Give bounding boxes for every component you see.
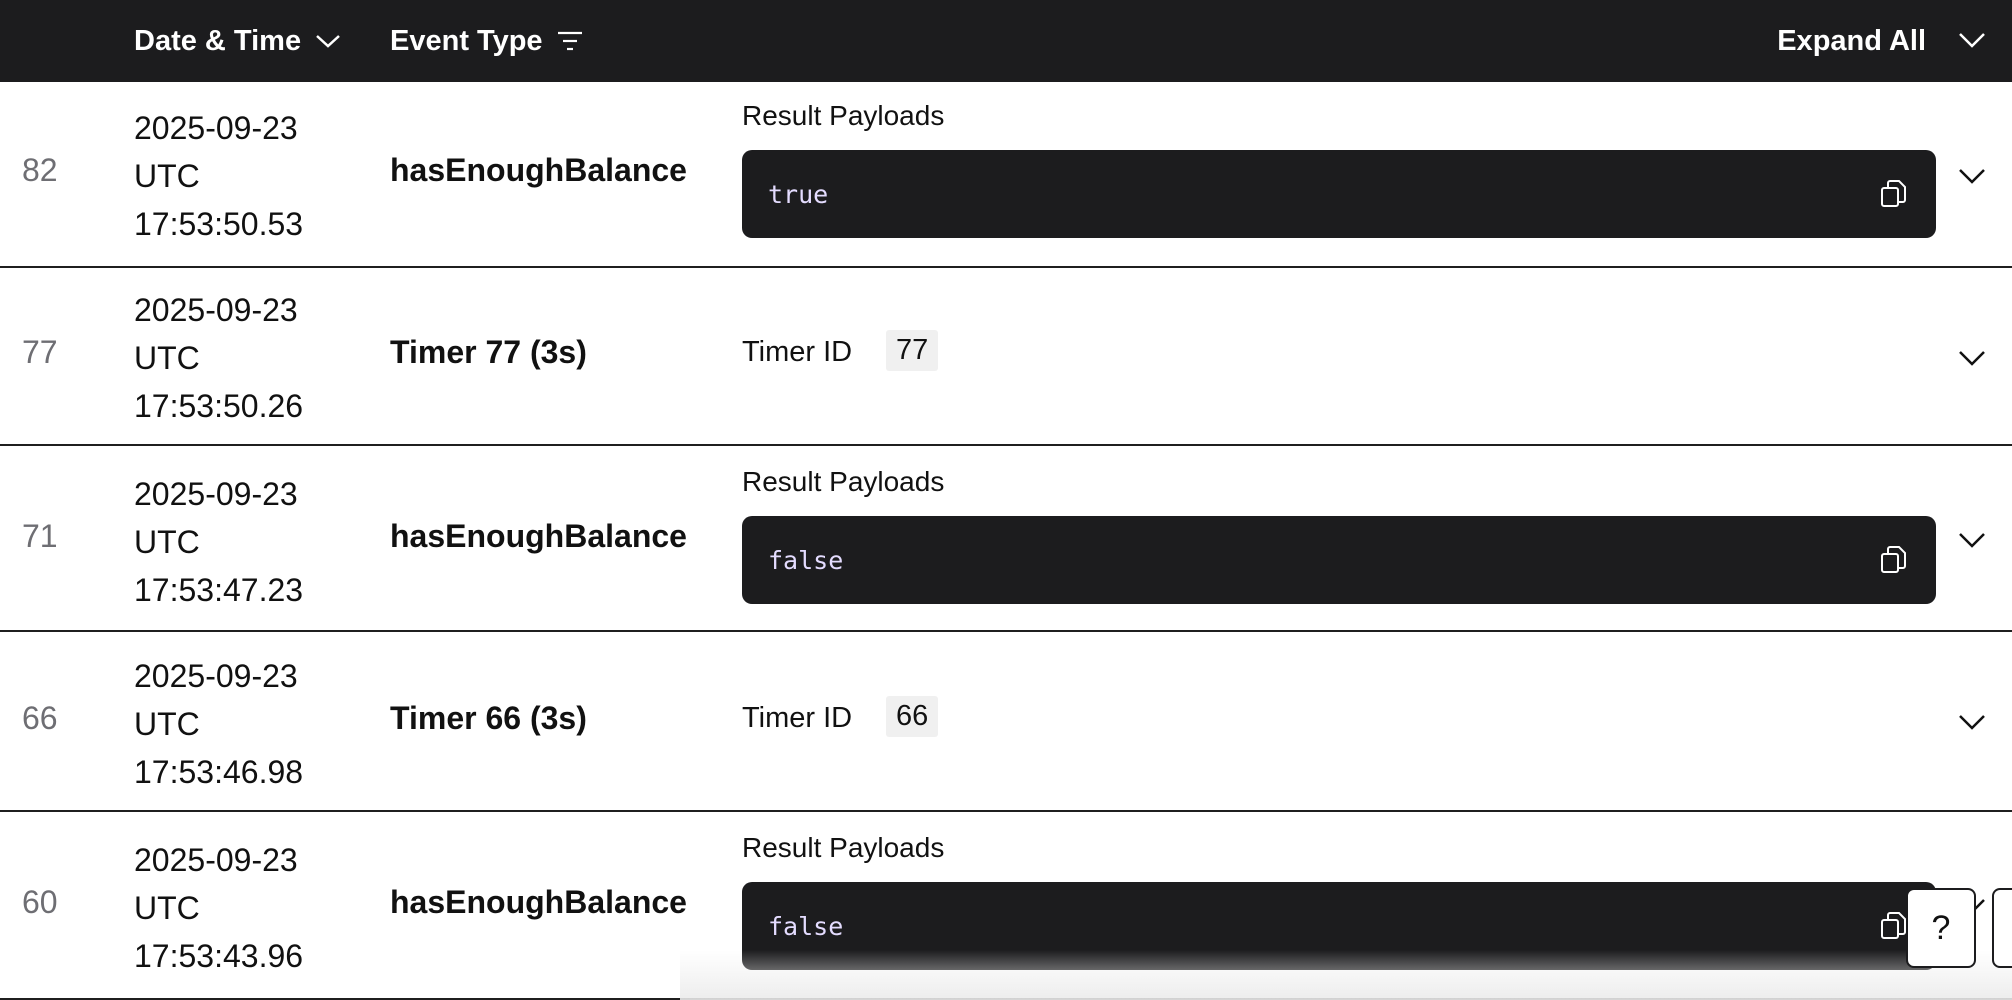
timer-id-value: 66 [886,696,939,737]
payload-code-block: false [742,882,1936,970]
chevron-down-icon [315,33,341,49]
event-time: 17:53:46.98 [134,754,304,790]
event-timezone: UTC [134,706,200,742]
event-datetime: 2025-09-23 UTC 17:53:46.98 [134,652,303,796]
event-index: 66 [22,700,58,736]
timer-id-label: Timer ID [742,702,853,734]
event-type: hasEnoughBalance [390,152,687,188]
expand-all-label: Expand All [1777,24,1926,57]
payload-value: true [768,179,829,209]
event-time: 17:53:50.26 [134,388,304,424]
payload-value: false [768,545,844,575]
event-time: 17:53:47.23 [134,572,304,608]
event-row[interactable]: 60 2025-09-23 UTC 17:53:43.96 hasEnoughB… [0,812,2012,1000]
event-date: 2025-09-23 [134,110,298,146]
event-history-page: Date & Time Event Type Expand All 82 202… [0,0,2012,1000]
event-date: 2025-09-23 [134,842,298,878]
event-row[interactable]: 82 2025-09-23 UTC 17:53:50.53 hasEnoughB… [0,82,2012,268]
chevron-down-icon[interactable] [1954,340,1990,376]
timer-id-value: 77 [886,330,939,371]
chevron-down-icon[interactable] [1954,704,1990,740]
event-date: 2025-09-23 [134,658,298,694]
event-datetime: 2025-09-23 UTC 17:53:50.53 [134,104,303,248]
event-index: 82 [22,152,58,188]
result-payloads-label: Result Payloads [742,100,945,131]
chevron-down-icon[interactable] [1954,22,1990,58]
event-type: hasEnoughBalance [390,884,687,920]
event-timezone: UTC [134,158,200,194]
event-timezone: UTC [134,524,200,560]
filter-icon [557,30,583,52]
event-type: Timer 77 (3s) [390,334,587,370]
event-time: 17:53:50.53 [134,206,304,242]
event-timezone: UTC [134,340,200,376]
event-type-header-label: Event Type [390,24,543,57]
event-index: 60 [22,884,58,920]
timer-id-label: Timer ID [742,336,853,368]
event-timezone: UTC [134,890,200,926]
chevron-down-icon[interactable] [1954,158,1990,194]
event-row[interactable]: 66 2025-09-23 UTC 17:53:46.98 Timer 66 (… [0,632,2012,812]
payload-code-block: true [742,150,1936,238]
copy-icon[interactable] [1876,542,1912,578]
side-panel-button[interactable] [1992,888,2012,968]
event-datetime: 2025-09-23 UTC 17:53:47.23 [134,470,303,614]
event-row[interactable]: 71 2025-09-23 UTC 17:53:47.23 hasEnoughB… [0,446,2012,632]
payload-value: false [768,911,844,941]
event-type-filter-button[interactable]: Event Type [390,0,583,82]
result-payloads-label: Result Payloads [742,832,945,863]
event-date: 2025-09-23 [134,476,298,512]
event-type: hasEnoughBalance [390,518,687,554]
event-datetime: 2025-09-23 UTC 17:53:43.96 [134,836,303,980]
help-button[interactable]: ? [1906,888,1976,968]
copy-icon[interactable] [1876,176,1912,212]
expand-all-button[interactable]: Expand All [1777,0,1926,82]
date-time-header-label: Date & Time [134,24,302,57]
date-time-sort-button[interactable]: Date & Time [134,0,341,82]
event-time: 17:53:43.96 [134,938,304,974]
event-date: 2025-09-23 [134,292,298,328]
table-header: Date & Time Event Type Expand All [0,0,2012,82]
event-index: 77 [22,334,58,370]
event-datetime: 2025-09-23 UTC 17:53:50.26 [134,286,303,430]
event-type: Timer 66 (3s) [390,700,587,736]
result-payloads-label: Result Payloads [742,466,945,497]
event-index: 71 [22,518,58,554]
chevron-down-icon[interactable] [1954,522,1990,558]
payload-code-block: false [742,516,1936,604]
event-row[interactable]: 77 2025-09-23 UTC 17:53:50.26 Timer 77 (… [0,268,2012,446]
